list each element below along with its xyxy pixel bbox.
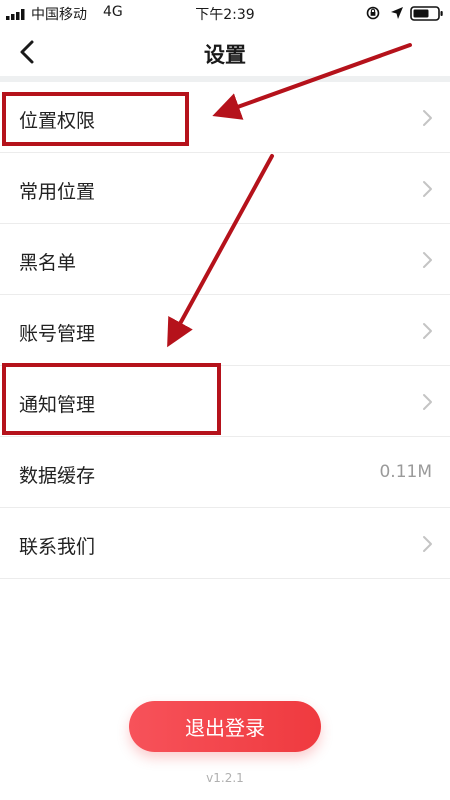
settings-item-label: 账号管理 [19,323,96,345]
settings-item-account-management[interactable]: 账号管理 [0,295,450,366]
settings-item-label: 数据缓存 [19,465,96,487]
status-bar: 中国移动 4G 下午2:39 [0,0,450,26]
version-label: v1.2.1 [206,771,244,785]
settings-item-label: 通知管理 [19,394,96,416]
chevron-right-icon [423,394,432,410]
page-title: 设置 [204,43,246,67]
chevron-right-icon [423,110,432,126]
settings-item-data-cache[interactable]: 数据缓存 0.11M [0,437,450,508]
cache-size-value: 0.11M [379,462,432,482]
settings-item-label: 常用位置 [19,181,96,203]
settings-item-location-permission[interactable]: 位置权限 [0,82,450,153]
settings-screen: 中国移动 4G 下午2:39 设置 位置权限 常用位置 黑名单 账号管理 通知管… [0,0,450,800]
chevron-right-icon [423,252,432,268]
settings-item-frequent-locations[interactable]: 常用位置 [0,153,450,224]
settings-item-contact-us[interactable]: 联系我们 [0,508,450,579]
orientation-lock-icon [366,6,380,20]
settings-item-notification-management[interactable]: 通知管理 [0,366,450,437]
settings-item-label: 黑名单 [19,252,77,274]
settings-item-label: 位置权限 [19,110,96,132]
chevron-right-icon [423,536,432,552]
location-arrow-icon [391,7,403,19]
chevron-right-icon [423,181,432,197]
battery-icon [410,6,443,21]
settings-item-label: 联系我们 [19,536,96,558]
settings-list: 位置权限 常用位置 黑名单 账号管理 通知管理 数据缓存 0.11M 联系我们 [0,82,450,579]
nav-header: 设置 [0,26,450,76]
settings-item-blacklist[interactable]: 黑名单 [0,224,450,295]
status-time: 下午2:39 [195,7,255,23]
logout-button[interactable]: 退出登录 [129,701,321,752]
chevron-right-icon [423,323,432,339]
